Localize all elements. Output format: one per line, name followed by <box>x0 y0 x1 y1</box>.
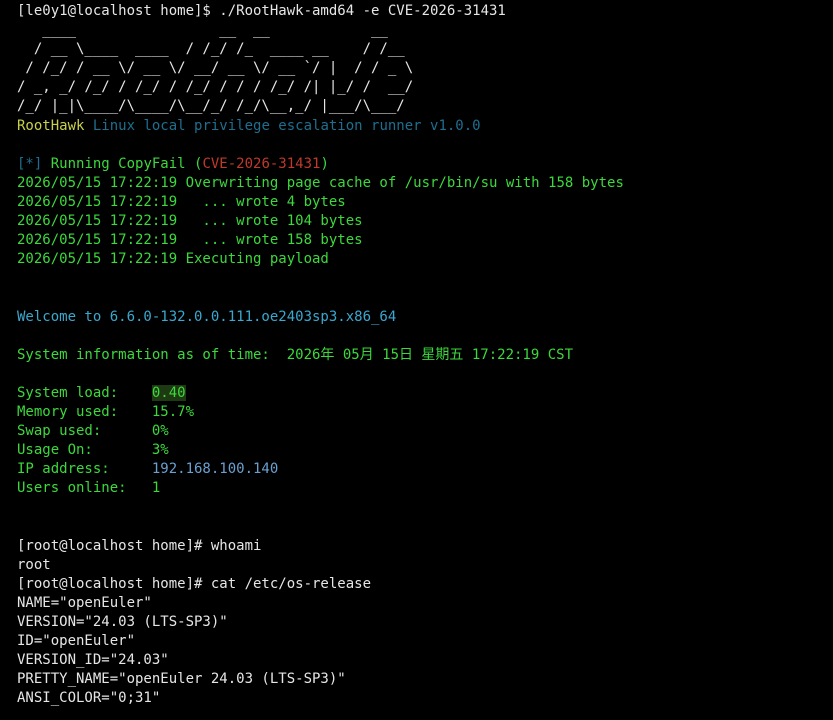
stat-label: Swap used: <box>17 423 152 440</box>
tool-description: Linux local privilege escalation runner … <box>92 117 481 134</box>
stat-usage-on: Usage On: 3% <box>17 441 833 460</box>
stat-memory-used: Memory used: 15.7% <box>17 403 833 422</box>
cve-id: CVE-2026-31431 <box>202 155 321 172</box>
info-prefix: [*] <box>17 155 43 172</box>
shell-line: NAME="openEuler" <box>17 594 152 611</box>
stat-users-online: Users online: 1 <box>17 479 833 498</box>
stat-swap-used: Swap used: 0% <box>17 422 833 441</box>
shell-line: ID="openEuler" <box>17 633 136 650</box>
running-exploit-line: [*] Running CopyFail (CVE-2026-31431) <box>17 155 833 174</box>
terminal-window[interactable]: [le0y1@localhost home]$ ./RootHawk-amd64… <box>0 0 833 720</box>
stat-value: 0.40 <box>151 384 186 401</box>
shell-line: PRETTY_NAME="openEuler 24.03 (LTS-SP3)" <box>17 671 346 688</box>
stat-value: 3% <box>151 442 169 459</box>
log-line: 2026/05/15 17:22:19 ... wrote 158 bytes <box>17 232 363 249</box>
ascii-banner: ____ __ __ __ / __ \____ ____ / /_/ /_ _… <box>17 21 833 116</box>
running-close: ) <box>320 155 329 172</box>
stat-label: System load: <box>17 384 152 401</box>
stat-ip-address: IP address: 192.168.100.140 <box>17 460 833 479</box>
log-line: 2026/05/15 17:22:19 Executing payload <box>17 251 329 268</box>
shell-line: [root@localhost home]# cat /etc/os-relea… <box>17 575 372 592</box>
stat-system-load: System load: 0.40 <box>17 384 833 403</box>
shell-line: ANSI_COLOR="0;31" <box>17 690 161 707</box>
welcome-line: Welcome to 6.6.0-132.0.0.111.oe2403sp3.x… <box>17 308 397 325</box>
stat-value: 192.168.100.140 <box>151 461 279 478</box>
banner-line: / /_/ / __ \/ __ \/ __/ __ \/ __ `/ | / … <box>17 60 414 77</box>
stat-label: Users online: <box>17 480 152 497</box>
stat-value: 0% <box>151 423 169 440</box>
banner-line: /_/ |_|\____/\____/\__/_/ /_/\__,_/ |___… <box>17 98 405 115</box>
sysinfo-line: System information as of time: 2026年 05月… <box>17 346 833 365</box>
banner-line: / __ \____ ____ / /_/ /_ ____ __ / /__ <box>17 41 405 58</box>
stat-label: Usage On: <box>17 442 152 459</box>
shell-line: VERSION="24.03 (LTS-SP3)" <box>17 614 228 630</box>
shell-line: root <box>17 556 51 573</box>
log-line: 2026/05/15 17:22:19 ... wrote 4 bytes <box>17 193 346 210</box>
command-line: [le0y1@localhost home]$ ./RootHawk-amd64… <box>17 3 506 19</box>
tool-version-line: RootHawk Linux local privilege escalatio… <box>17 117 833 136</box>
stat-value: 1 <box>151 480 161 497</box>
running-text: Running CopyFail ( <box>50 155 203 172</box>
banner-line: ____ __ __ __ <box>17 22 388 39</box>
stat-value: 15.7% <box>151 403 195 420</box>
sysinfo-time: 2026年 05月 15日 星期五 17:22:19 CST <box>286 346 574 363</box>
log-line: 2026/05/15 17:22:19 ... wrote 104 bytes <box>17 213 363 230</box>
tool-name: RootHawk <box>17 117 85 134</box>
sysinfo-label: System information as of time: <box>17 346 287 363</box>
shell-line: VERSION_ID="24.03" <box>17 652 169 669</box>
log-line: 2026/05/15 17:22:19 Overwriting page cac… <box>17 174 624 191</box>
shell-line: [root@localhost home]# whoami <box>17 537 262 554</box>
stat-label: Memory used: <box>17 403 152 420</box>
stat-label: IP address: <box>17 461 152 478</box>
banner-line: / _, _/ /_/ / /_/ / /_/ / / / /_/ /| |_/… <box>17 79 414 96</box>
